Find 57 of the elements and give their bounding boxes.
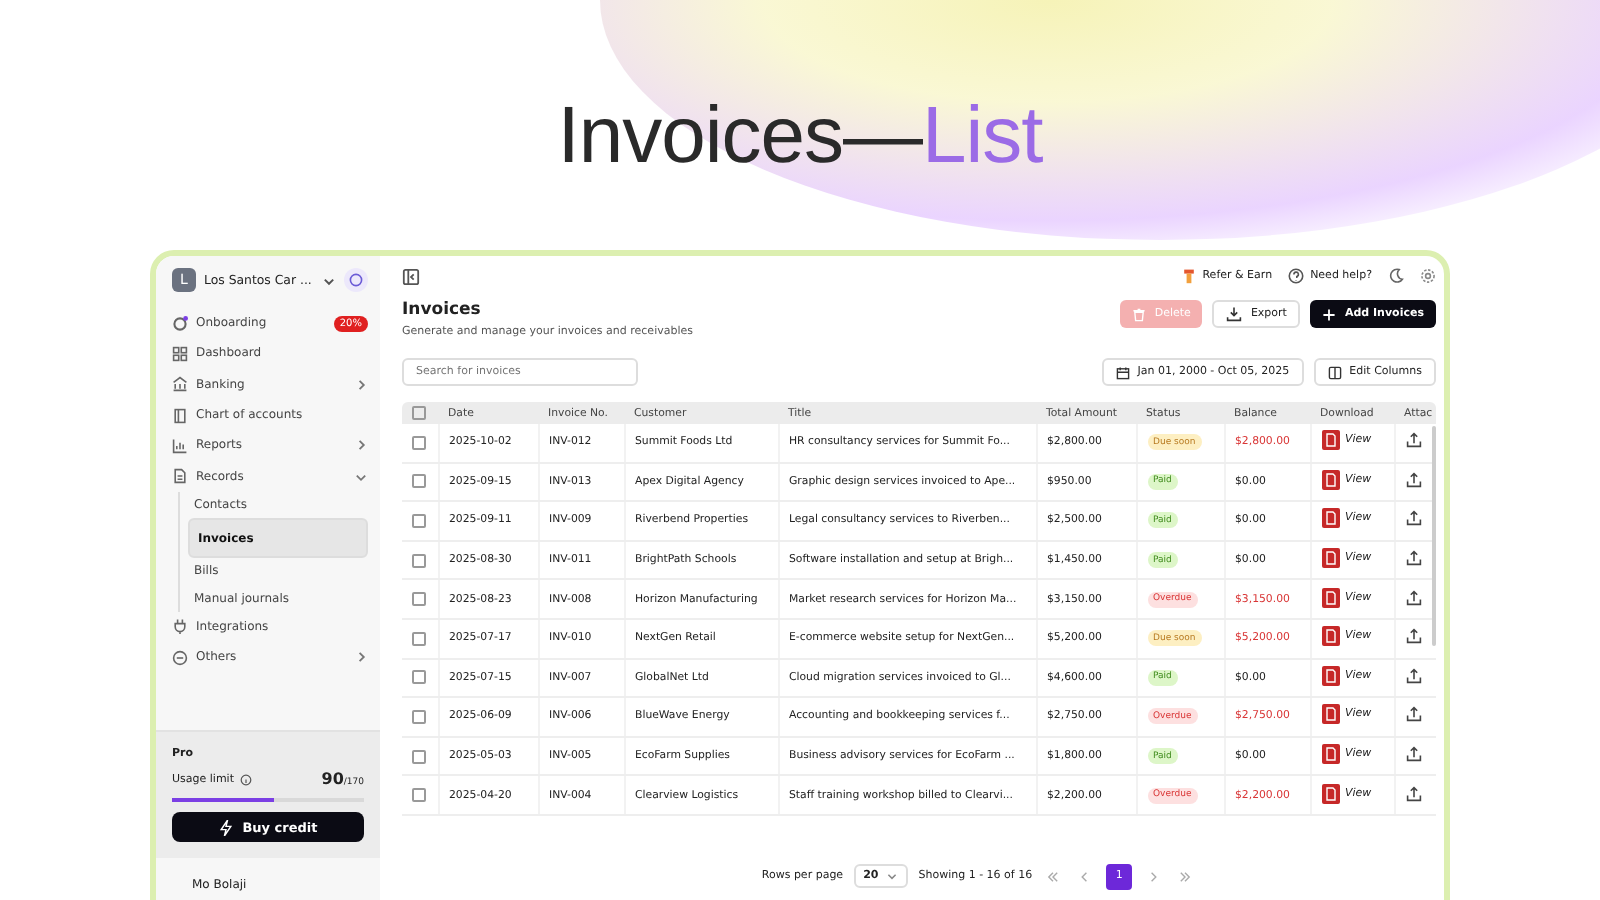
row-checkbox[interactable] — [412, 709, 426, 724]
upload-icon[interactable] — [1405, 432, 1421, 449]
chevron-left-icon — [1078, 869, 1093, 883]
chevron-down-icon — [886, 870, 899, 882]
double-chevron-right-icon — [1178, 869, 1193, 883]
bar-chart-icon — [172, 437, 188, 454]
row-checkbox[interactable] — [412, 749, 426, 764]
upload-icon[interactable] — [1405, 471, 1421, 488]
moon-icon[interactable] — [1388, 268, 1404, 284]
page-title: Invoices — [402, 300, 483, 320]
info-icon — [239, 773, 252, 785]
upload-icon[interactable] — [1405, 589, 1421, 606]
hero-title: Invoices—List — [555, 92, 1045, 184]
row-checkbox[interactable] — [412, 553, 426, 568]
sidebar-toggle-icon[interactable] — [402, 267, 420, 285]
grid-icon — [172, 345, 188, 362]
pdf-icon — [1321, 665, 1339, 686]
pdf-icon — [1321, 587, 1339, 608]
pdf-icon — [1321, 626, 1339, 647]
row-checkbox[interactable] — [412, 513, 426, 528]
help-icon — [1288, 268, 1305, 284]
plus-icon — [1322, 307, 1337, 321]
pdf-icon — [1321, 744, 1339, 765]
document-icon — [172, 468, 188, 485]
row-checkbox[interactable] — [412, 474, 426, 489]
select-all-checkbox[interactable] — [412, 406, 426, 420]
bank-icon — [172, 376, 188, 393]
minus-circle-icon — [172, 649, 188, 666]
plug-icon — [172, 618, 188, 635]
double-chevron-left-icon — [1046, 869, 1061, 883]
upload-icon[interactable] — [1405, 706, 1421, 723]
upload-icon[interactable] — [1405, 510, 1421, 527]
pdf-icon — [1321, 508, 1339, 529]
pdf-icon — [1321, 430, 1339, 451]
row-checkbox[interactable] — [412, 435, 426, 450]
row-checkbox[interactable] — [412, 670, 426, 685]
chevron-down-icon[interactable] — [322, 273, 336, 287]
upload-icon[interactable] — [1405, 746, 1421, 763]
download-icon — [1226, 306, 1243, 322]
book-icon — [172, 407, 188, 424]
upload-icon[interactable] — [1405, 628, 1421, 645]
pdf-icon — [1321, 548, 1339, 569]
trash-icon — [1132, 307, 1147, 321]
upload-icon[interactable] — [1405, 550, 1421, 567]
columns-icon — [1327, 365, 1342, 379]
upload-icon[interactable] — [1405, 667, 1421, 684]
lightning-icon — [218, 819, 235, 835]
calendar-icon — [1115, 365, 1130, 379]
pdf-icon — [1321, 704, 1339, 725]
pdf-icon — [1321, 783, 1339, 804]
upload-icon[interactable] — [1405, 785, 1421, 802]
row-checkbox[interactable] — [412, 592, 426, 607]
row-checkbox[interactable] — [412, 788, 426, 803]
settings-icon[interactable] — [1420, 268, 1436, 284]
row-checkbox[interactable] — [412, 631, 426, 646]
chevron-right-icon — [1146, 869, 1161, 883]
pdf-icon — [1321, 469, 1339, 490]
